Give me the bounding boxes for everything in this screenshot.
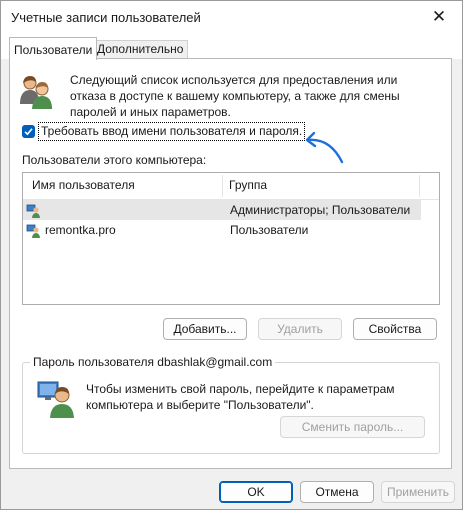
users-icon bbox=[20, 76, 52, 109]
row-username: remontka.pro bbox=[45, 223, 116, 237]
tab-advanced[interactable]: Дополнительно bbox=[92, 40, 189, 59]
require-login-label[interactable]: Требовать ввод имени пользователя и паро… bbox=[38, 122, 306, 141]
user-password-icon bbox=[37, 381, 74, 418]
list-header: Имя пользователя Группа bbox=[23, 173, 439, 200]
ok-button[interactable]: OK bbox=[219, 481, 293, 503]
properties-button[interactable]: Свойства bbox=[353, 318, 437, 340]
user-icon bbox=[26, 224, 40, 238]
window-title: Учетные записи пользователей bbox=[11, 10, 201, 25]
table-row[interactable]: remontka.pro Пользователи bbox=[23, 220, 421, 240]
users-listview[interactable]: Имя пользователя Группа Администраторы; … bbox=[22, 172, 440, 305]
apply-button[interactable]: Применить bbox=[381, 481, 455, 503]
users-list-label: Пользователи этого компьютера: bbox=[22, 153, 207, 167]
column-divider[interactable] bbox=[222, 175, 223, 197]
column-header-username[interactable]: Имя пользователя bbox=[32, 178, 135, 192]
change-password-button[interactable]: Сменить пароль... bbox=[280, 416, 425, 438]
remove-user-button[interactable]: Удалить bbox=[258, 318, 342, 340]
tab-users[interactable]: Пользователи bbox=[9, 37, 98, 60]
close-icon[interactable]: ✕ bbox=[416, 1, 462, 33]
title-bar: Учетные записи пользователей ✕ bbox=[1, 1, 462, 33]
annotation-arrow bbox=[305, 131, 344, 164]
cancel-button[interactable]: Отмена bbox=[300, 481, 374, 503]
user-icon bbox=[26, 204, 40, 218]
column-header-group[interactable]: Группа bbox=[229, 178, 267, 192]
table-row[interactable]: Администраторы; Пользователи bbox=[23, 200, 421, 220]
password-hint-text: Чтобы изменить свой пароль, перейдите к … bbox=[86, 382, 395, 412]
intro-text: Следующий список используется для предос… bbox=[70, 73, 400, 119]
row-group: Администраторы; Пользователи bbox=[230, 203, 411, 217]
require-login-checkbox[interactable] bbox=[22, 125, 35, 138]
row-group: Пользователи bbox=[230, 223, 309, 237]
column-divider[interactable] bbox=[419, 175, 420, 197]
password-group-title: Пароль пользователя dbashlak@gmail.com bbox=[30, 355, 276, 369]
checkmark-icon bbox=[24, 128, 33, 136]
add-user-button[interactable]: Добавить... bbox=[163, 318, 247, 340]
